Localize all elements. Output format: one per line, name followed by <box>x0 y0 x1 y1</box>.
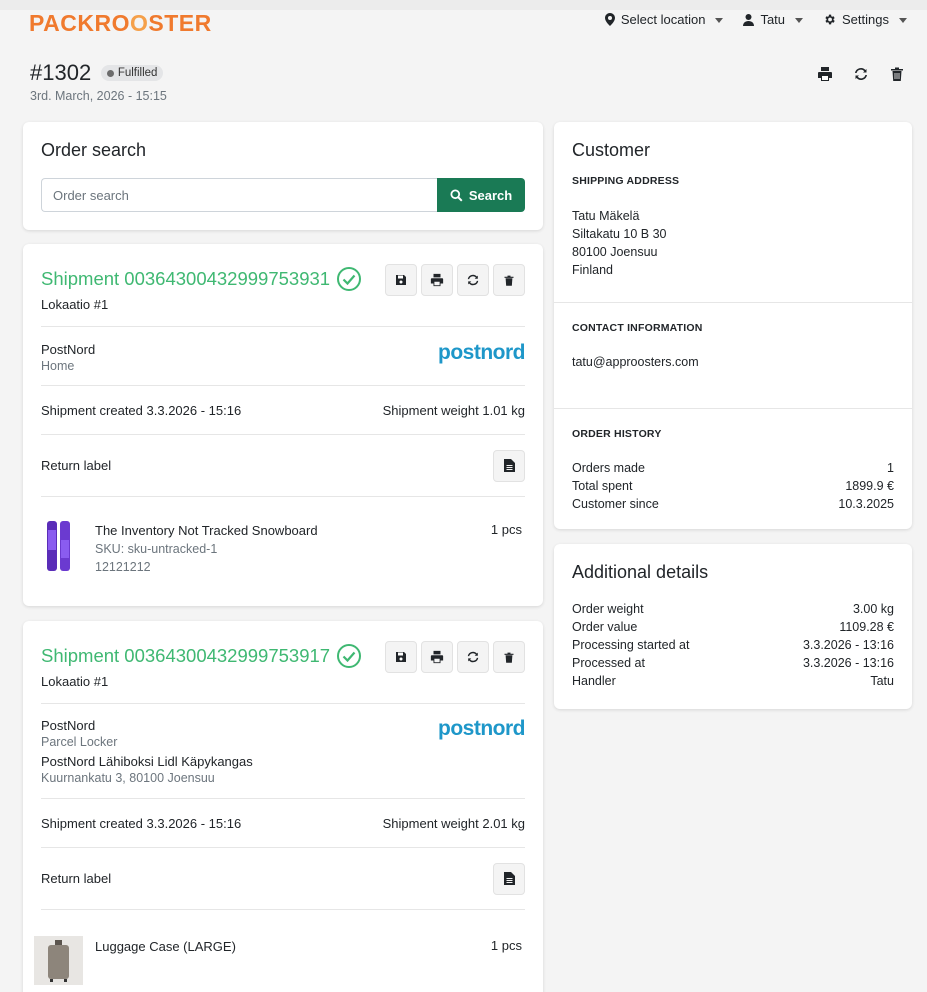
save-icon <box>396 652 406 662</box>
order-history: Orders made 1 Total spent 1899.9 € Custome… <box>572 461 894 511</box>
chevron-down-icon <box>795 18 804 23</box>
select-location-menu[interactable]: Select location <box>604 12 724 27</box>
select-location-label: Select location <box>620 12 706 27</box>
search-icon <box>450 188 463 201</box>
customer-email[interactable]: tatu@approosters.com <box>572 355 894 369</box>
shipment-location: Lokaatio #1 <box>41 297 109 312</box>
search-button[interactable]: Search <box>437 178 525 212</box>
shipment-weight: Shipment weight 2.01 kg <box>382 815 525 831</box>
postnord-logo: postnord <box>438 717 525 740</box>
refresh-icon <box>467 274 479 286</box>
order-number: #1302 <box>30 60 92 85</box>
print-icon <box>430 650 444 664</box>
print-icon <box>430 273 444 287</box>
file-icon <box>503 459 515 472</box>
product-quantity: 1 pcs <box>490 938 522 953</box>
additional-details-card: Additional details Order weight 3.00 kg O… <box>554 544 912 709</box>
status-dot-icon <box>106 69 114 77</box>
refresh-icon[interactable] <box>853 66 869 82</box>
trash-icon <box>504 275 514 286</box>
order-search-title: Order search <box>41 140 147 160</box>
trash-icon <box>504 652 514 663</box>
check-circle-icon <box>337 267 362 291</box>
additional-details-list: Order weight 3.00 kg Order value 1109.28 €… <box>572 602 894 688</box>
order-header: #1302 Fulfilled 3rd. March, 2026 - 15:15 <box>30 60 167 103</box>
product-row: The Inventory Not Tracked Snowboard SKU:… <box>41 497 525 607</box>
snowboard-image <box>47 521 70 571</box>
shipping-address: Tatu Mäkelä Siltakatu 10 B 30 80100 Joen… <box>572 209 667 277</box>
shipping-address-label: SHIPPING ADDRESS <box>572 175 680 187</box>
carrier-service: Home <box>41 359 75 373</box>
order-search-input[interactable]: Order search <box>41 178 437 212</box>
chevron-down-icon <box>715 18 724 23</box>
return-label-button[interactable] <box>493 862 525 895</box>
shipment-card: Shipment 00364300432999753917 Lokaatio #… <box>23 621 543 992</box>
refresh-button[interactable] <box>457 641 489 673</box>
print-label-button[interactable] <box>421 641 453 673</box>
save-icon <box>396 275 406 285</box>
order-history-label: ORDER HISTORY <box>572 428 662 440</box>
user-icon <box>743 13 755 26</box>
product-row: Luggage Case (LARGE) 1 pcs <box>34 910 525 990</box>
additional-details-title: Additional details <box>572 562 709 582</box>
order-search-card: Order search Order search Search <box>23 122 543 230</box>
return-label-text: Return label <box>41 458 112 473</box>
save-button[interactable] <box>385 641 417 673</box>
shipment-created: Shipment created 3.3.2026 - 15:16 <box>41 815 242 831</box>
refresh-icon <box>467 651 479 663</box>
settings-menu[interactable]: Settings <box>823 12 907 27</box>
search-button-label: Search <box>468 187 513 203</box>
delete-shipment-button[interactable] <box>493 641 525 673</box>
postnord-logo: postnord <box>438 341 525 364</box>
luggage-image <box>34 936 83 985</box>
customer-title: Customer <box>572 140 651 160</box>
shipment-title: Shipment 00364300432999753917 <box>41 643 362 669</box>
pickup-point-name: PostNord Lähiboksi Lidl Käpykangas <box>41 754 253 769</box>
shipment-title: Shipment 00364300432999753931 <box>41 266 362 292</box>
delete-shipment-button[interactable] <box>493 264 525 296</box>
order-actions <box>817 66 905 82</box>
refresh-button[interactable] <box>457 264 489 296</box>
gear-icon <box>825 14 835 25</box>
settings-label: Settings <box>842 12 889 27</box>
shipment-location: Lokaatio #1 <box>41 674 109 689</box>
chevron-down-icon <box>899 18 907 23</box>
trash-icon[interactable] <box>889 66 905 82</box>
return-label-button[interactable] <box>493 449 525 482</box>
top-nav: Select location Tatu Settings <box>604 12 907 27</box>
user-menu[interactable]: Tatu <box>743 12 804 27</box>
product-name: Luggage Case (LARGE) <box>95 939 236 954</box>
map-marker-icon <box>604 13 615 26</box>
return-label-text: Return label <box>41 871 112 886</box>
shipment-card: Shipment 00364300432999753931 Lokaatio #… <box>23 244 543 606</box>
user-name-label: Tatu <box>760 12 786 27</box>
pickup-point-address: Kuurnankatu 3, 80100 Joensuu <box>41 771 215 785</box>
print-icon[interactable] <box>817 66 833 82</box>
print-label-button[interactable] <box>421 264 453 296</box>
product-barcode: 12121212 <box>95 560 151 574</box>
packrooster-logo[interactable]: PACKROOSTER <box>29 10 212 37</box>
save-button[interactable] <box>385 264 417 296</box>
carrier-service: Parcel Locker <box>41 735 118 749</box>
file-icon <box>503 872 515 885</box>
shipment-created: Shipment created 3.3.2026 - 15:16 <box>41 402 242 418</box>
product-name: The Inventory Not Tracked Snowboard <box>95 523 318 538</box>
product-quantity: 1 pcs <box>490 522 522 537</box>
order-date: 3rd. March, 2026 - 15:15 <box>30 89 167 103</box>
status-badge: Fulfilled <box>100 65 164 81</box>
customer-card: Customer SHIPPING ADDRESS Tatu Mäkelä Si… <box>554 122 912 529</box>
check-circle-icon <box>337 644 362 668</box>
contact-info-label: CONTACT INFORMATION <box>572 322 703 334</box>
top-bar: PACKROOSTER Select location Tatu Setting… <box>0 0 927 42</box>
product-sku: SKU: sku-untracked-1 <box>95 542 218 556</box>
shipment-weight: Shipment weight 1.01 kg <box>382 402 525 418</box>
carrier-name: PostNord <box>41 718 96 733</box>
carrier-name: PostNord <box>41 342 96 357</box>
